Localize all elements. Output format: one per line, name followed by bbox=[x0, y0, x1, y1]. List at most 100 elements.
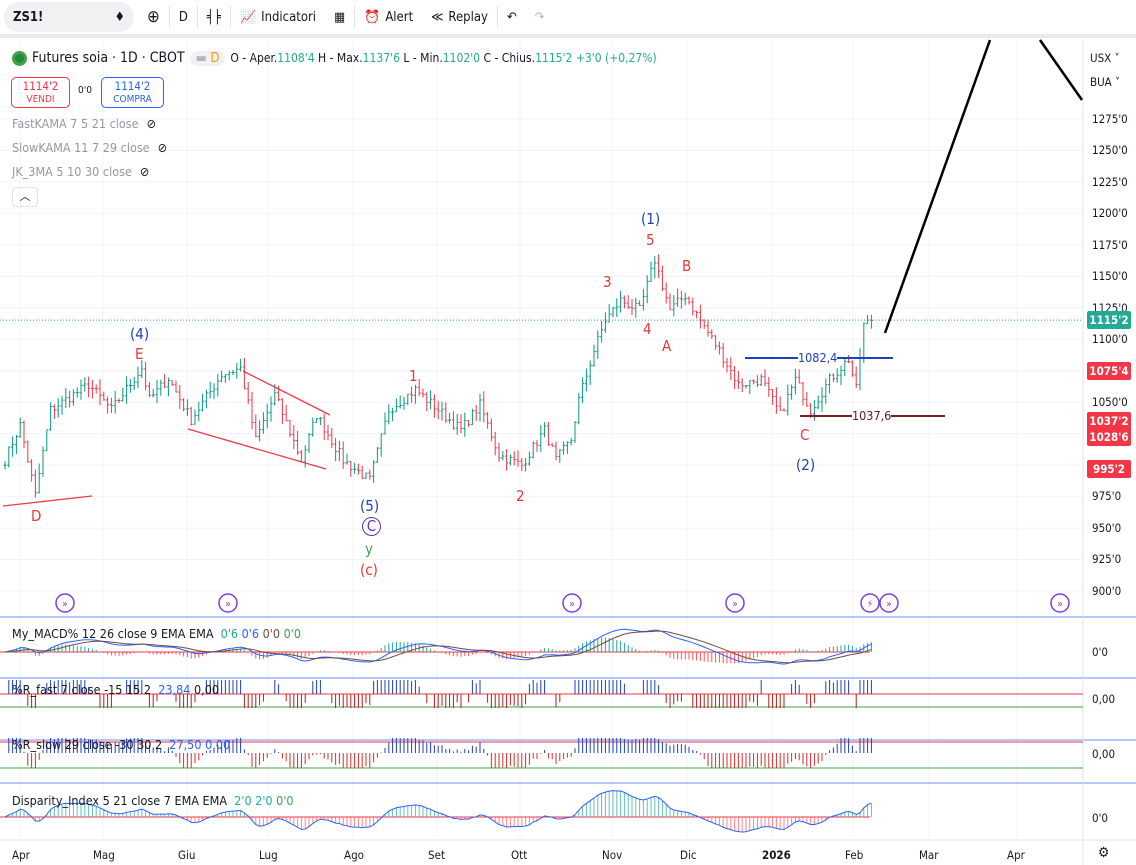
wave-label: 3 bbox=[603, 273, 612, 291]
price-bar bbox=[337, 440, 341, 462]
price-bar bbox=[839, 365, 843, 386]
price-bar bbox=[505, 449, 509, 471]
price-bar bbox=[869, 314, 873, 329]
price-tick: 975'0 bbox=[1092, 489, 1122, 503]
sell-button[interactable]: 1114'2 VENDI bbox=[11, 77, 70, 108]
chevron-up-icon: ︿ bbox=[19, 190, 31, 203]
price-bar bbox=[292, 425, 296, 450]
wave-label: y bbox=[365, 540, 373, 558]
price-bar bbox=[166, 377, 170, 397]
price-bar bbox=[106, 396, 110, 414]
price-bar bbox=[759, 374, 763, 387]
unit-select[interactable]: BUA ˅ bbox=[1085, 71, 1133, 93]
price-bar bbox=[83, 377, 87, 392]
value: 0'0 bbox=[276, 793, 294, 808]
price-bar bbox=[197, 401, 201, 422]
price-bar bbox=[307, 433, 311, 454]
chart-type-button[interactable]: ╡╞ bbox=[198, 2, 230, 32]
price-bar bbox=[14, 435, 18, 454]
grid-icon: ▦ bbox=[334, 9, 346, 25]
badge-text: D bbox=[210, 50, 220, 66]
undo-button[interactable]: ↶ bbox=[498, 2, 526, 32]
symbol-search[interactable]: ZS1! ♦ bbox=[4, 2, 134, 32]
redo-button[interactable]: ↷ bbox=[526, 2, 554, 32]
eye-off-icon[interactable]: ⊘ bbox=[147, 116, 156, 131]
eye-off-icon[interactable]: ⊘ bbox=[140, 164, 149, 179]
sell-label: VENDI bbox=[26, 94, 55, 105]
price-bar bbox=[269, 396, 273, 422]
close-value: 1115'2 bbox=[535, 51, 573, 65]
price-bar bbox=[805, 391, 809, 407]
price-bar bbox=[467, 420, 471, 427]
eye-off-icon[interactable]: ⊘ bbox=[158, 140, 167, 155]
indicator-slowkama[interactable]: SlowKAMA 11 7 29 close ⊘ bbox=[12, 140, 167, 155]
price-bar bbox=[402, 396, 406, 410]
price-tick: 900'0 bbox=[1092, 584, 1122, 598]
arrow-glyph: » bbox=[225, 599, 231, 610]
price-bar bbox=[641, 289, 645, 311]
rfast-legend: %R_fast 7 close -15 15 2 23,84 0,00 bbox=[12, 682, 219, 697]
time-tick: Lug bbox=[259, 848, 278, 862]
currency-select[interactable]: USX ˅ bbox=[1085, 47, 1133, 69]
wave-label: E bbox=[135, 345, 144, 363]
price-bar bbox=[182, 398, 186, 412]
price-bar bbox=[318, 417, 322, 426]
price-bar bbox=[353, 462, 357, 474]
price-bar bbox=[159, 379, 163, 396]
value: 0'6 bbox=[220, 626, 239, 641]
price-bar bbox=[448, 412, 452, 424]
price-bar bbox=[174, 380, 178, 393]
replay-button[interactable]: ≪ Replay bbox=[422, 2, 497, 32]
templates-button[interactable]: ▦ bbox=[325, 2, 354, 32]
price-bar bbox=[866, 315, 870, 325]
indicators-button[interactable]: 📈 Indicatori bbox=[231, 2, 325, 32]
compare-button[interactable]: ⊕ bbox=[138, 2, 169, 32]
price-bar bbox=[539, 425, 543, 452]
wave-label: C bbox=[800, 426, 810, 444]
price-bar bbox=[90, 379, 94, 399]
price-bar bbox=[56, 398, 60, 418]
buy-button[interactable]: 1114'2 COMPRA bbox=[101, 77, 164, 108]
price-bar bbox=[239, 358, 243, 372]
price-bar bbox=[630, 299, 634, 316]
sell-price: 1114'2 bbox=[22, 79, 59, 93]
indicator-label: SlowKAMA 11 7 29 close bbox=[12, 140, 150, 155]
indicator-fastkama[interactable]: FastKAMA 7 5 21 close ⊘ bbox=[12, 116, 156, 131]
price-bar bbox=[554, 441, 558, 461]
disp-axis-label: 0'0 bbox=[1092, 811, 1109, 825]
price-bar bbox=[531, 441, 535, 459]
price-bar bbox=[288, 419, 292, 438]
price-bar bbox=[136, 366, 140, 388]
wave-label: (4) bbox=[130, 325, 150, 343]
price-bar bbox=[109, 397, 113, 414]
price-bar bbox=[470, 408, 474, 426]
price-bar bbox=[626, 295, 630, 310]
price-bar bbox=[26, 440, 30, 463]
chart-legend: Futures soia · 1D · CBOT ▬ D O - Aper.11… bbox=[12, 50, 657, 66]
price-bar bbox=[75, 387, 79, 398]
indicator-jk3ma[interactable]: JK_3MA 5 10 30 close ⊘ bbox=[12, 164, 149, 179]
alert-button[interactable]: ⏰ Alert bbox=[355, 2, 422, 32]
price-bar bbox=[87, 376, 91, 398]
price-bar bbox=[71, 389, 75, 406]
price-bar bbox=[755, 375, 759, 387]
spread: 0'0 bbox=[78, 85, 92, 96]
settings-gear-icon[interactable]: ⚙ bbox=[1098, 845, 1109, 861]
price-bar bbox=[558, 449, 562, 463]
price-bar bbox=[459, 414, 463, 434]
price-bar bbox=[812, 399, 816, 421]
interval-button[interactable]: D bbox=[170, 2, 197, 32]
price-bar bbox=[565, 441, 569, 454]
price-bar bbox=[261, 412, 265, 434]
redo-icon: ↷ bbox=[534, 9, 545, 25]
rslow-axis-label: 0,00 bbox=[1092, 747, 1116, 761]
time-tick: Nov bbox=[602, 848, 623, 862]
price-bar bbox=[474, 404, 478, 422]
price-bar bbox=[334, 437, 338, 462]
indicator-label: FastKAMA 7 5 21 close bbox=[12, 116, 139, 131]
wave-label: (2) bbox=[796, 456, 816, 474]
price-bar bbox=[444, 402, 448, 424]
collapse-legend-button[interactable]: ︿ bbox=[12, 187, 38, 207]
high-label: H - Max. bbox=[318, 51, 363, 65]
price-bar bbox=[497, 442, 501, 462]
